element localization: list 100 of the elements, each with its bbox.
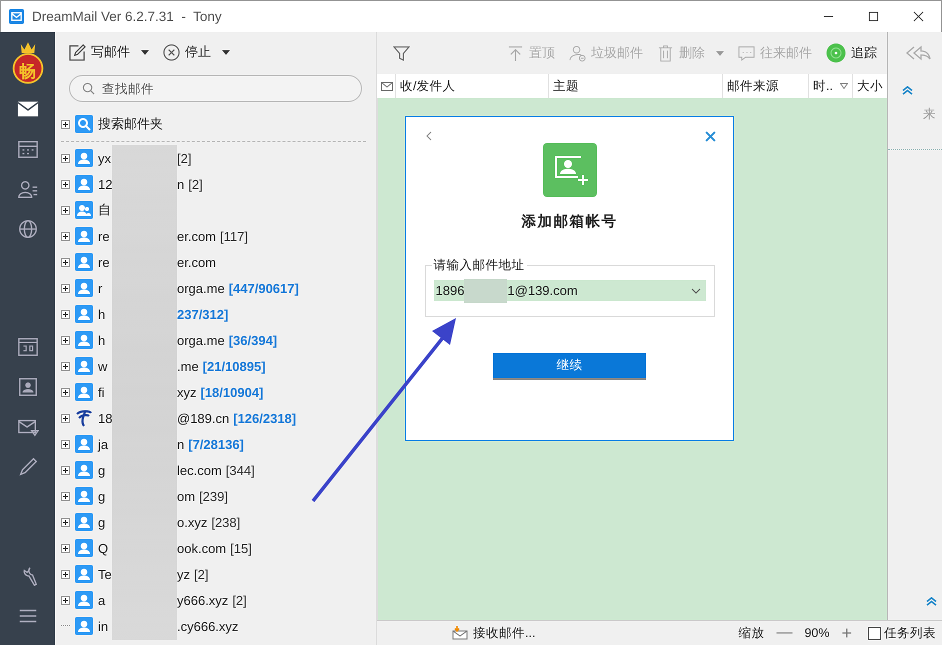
zoom-in-button[interactable]: + [829, 622, 864, 644]
telecom-logo-icon [75, 409, 93, 427]
contact-card-icon[interactable] [16, 376, 38, 398]
expand-icon[interactable] [61, 284, 70, 292]
account-label[interactable]: h orga.me [36/394] [98, 332, 278, 348]
expand-icon[interactable] [61, 120, 70, 128]
account-label[interactable]: fi xyz [18/10904] [98, 384, 264, 400]
account-label[interactable]: g lec.com [344] [98, 462, 255, 478]
caret-icon [222, 50, 230, 54]
user-icon [75, 175, 93, 193]
arrow-up-icon [507, 44, 524, 62]
account-label[interactable]: 18 @189.cn [126/2318] [98, 410, 296, 426]
user-icon [75, 149, 93, 167]
add-contact-icon [542, 143, 596, 197]
account-label[interactable]: 12 n [2] [98, 176, 203, 192]
expand-icon[interactable] [61, 362, 70, 370]
expand-icon[interactable] [61, 180, 70, 188]
user-icon [75, 591, 93, 609]
user-minus-icon [569, 44, 586, 62]
user-icon [75, 461, 93, 479]
caret-icon [141, 50, 149, 54]
preview-label: 来 [923, 106, 936, 123]
account-label[interactable]: ja n [7/28136] [98, 436, 244, 452]
user-icon [75, 357, 93, 375]
account-label[interactable]: w .me [21/10895] [98, 358, 266, 374]
globe-icon[interactable] [16, 218, 38, 240]
account-label[interactable]: g o.xyz [238] [98, 514, 240, 530]
stop-icon [163, 44, 180, 60]
calendar-day-icon[interactable] [16, 336, 38, 358]
close-icon[interactable] [705, 131, 716, 142]
continue-button[interactable]: 继续 [493, 353, 646, 380]
app-logo-icon [9, 9, 24, 24]
toolbar-button[interactable]: 写邮件 [69, 42, 149, 62]
account-label[interactable]: in .cy666.xyz [98, 618, 242, 634]
expand-icon[interactable] [61, 570, 70, 578]
expand-icon[interactable] [61, 258, 70, 266]
expand-icon[interactable] [61, 596, 70, 604]
user-icon [75, 565, 93, 583]
dialog-title: 添加邮箱帐号 [522, 212, 618, 231]
expand-icon[interactable] [61, 466, 70, 474]
account-label[interactable]: Te yz [2] [98, 566, 208, 582]
account-label[interactable]: re er.com [117] [98, 228, 248, 244]
collapse-up-icon[interactable] [926, 597, 937, 606]
toolbar-button[interactable]: 追踪 [826, 43, 877, 63]
account-label[interactable]: h 237/312] [98, 306, 228, 322]
group-icon [75, 201, 93, 219]
account-label[interactable]: Q ook.com [15] [98, 540, 252, 556]
search-field[interactable]: 查找邮件 [69, 75, 362, 102]
expand-icon[interactable] [61, 492, 70, 500]
expand-icon[interactable] [61, 310, 70, 318]
expand-icon[interactable] [61, 388, 70, 396]
filter-icon[interactable] [393, 44, 410, 62]
user-icon [75, 227, 93, 245]
expand-icon[interactable] [61, 154, 70, 162]
pen-icon[interactable] [16, 456, 38, 478]
expand-icon[interactable] [61, 232, 70, 240]
account-label[interactable]: a y666.xyz [2] [98, 592, 247, 608]
contacts-icon[interactable] [16, 178, 38, 200]
zoom-label: 缩放 [738, 624, 764, 642]
envelope-icon [381, 82, 393, 90]
folder-label[interactable]: 搜索邮件夹 [98, 115, 163, 133]
user-icon [75, 253, 93, 271]
chevron-down-icon [690, 288, 700, 294]
user-icon [75, 383, 93, 401]
receive-mail-icon [452, 626, 468, 640]
user-icon [75, 539, 93, 557]
user-icon [75, 305, 93, 323]
logo-text: 畅 [18, 61, 37, 83]
checkbox-label[interactable]: 任务列表 [884, 624, 936, 642]
account-label[interactable]: r orga.me [447/90617] [98, 280, 299, 296]
expand-icon[interactable] [61, 414, 70, 422]
expand-icon[interactable] [61, 440, 70, 448]
column-header[interactable]: 大小 [853, 74, 887, 98]
chat-icon [738, 44, 755, 62]
user-icon [75, 435, 93, 453]
task-list-checkbox[interactable] [868, 626, 881, 640]
back-icon[interactable] [426, 131, 432, 141]
search-folder-icon [75, 115, 93, 133]
toolbar-button[interactable]: 停止 [163, 42, 230, 62]
search-icon [82, 82, 95, 95]
email-combo-field[interactable]: 1896 1@139.com [434, 280, 706, 301]
trash-icon [657, 44, 674, 62]
expand-icon[interactable] [61, 518, 70, 526]
zoom-value: 90% [804, 626, 830, 640]
zoom-out-button[interactable]: — [764, 624, 804, 642]
account-label[interactable]: g om [239] [98, 488, 228, 504]
user-icon [75, 487, 93, 505]
radar-icon [826, 43, 846, 63]
collapse-up-icon[interactable] [902, 86, 913, 95]
expand-icon[interactable] [61, 544, 70, 552]
compose-icon [69, 44, 86, 60]
account-label[interactable]: yx [2] [98, 150, 192, 166]
expand-icon[interactable] [61, 336, 70, 344]
expand-icon[interactable] [61, 206, 70, 214]
caret-icon [716, 50, 724, 56]
user-icon [75, 617, 93, 635]
window-title: DreamMail Ver 6.2.7.31 - Tony [32, 9, 222, 24]
field-label: 请输入邮件地址 [432, 257, 526, 274]
crown-logo-icon[interactable] [10, 40, 46, 86]
calendar-icon[interactable] [16, 138, 38, 160]
